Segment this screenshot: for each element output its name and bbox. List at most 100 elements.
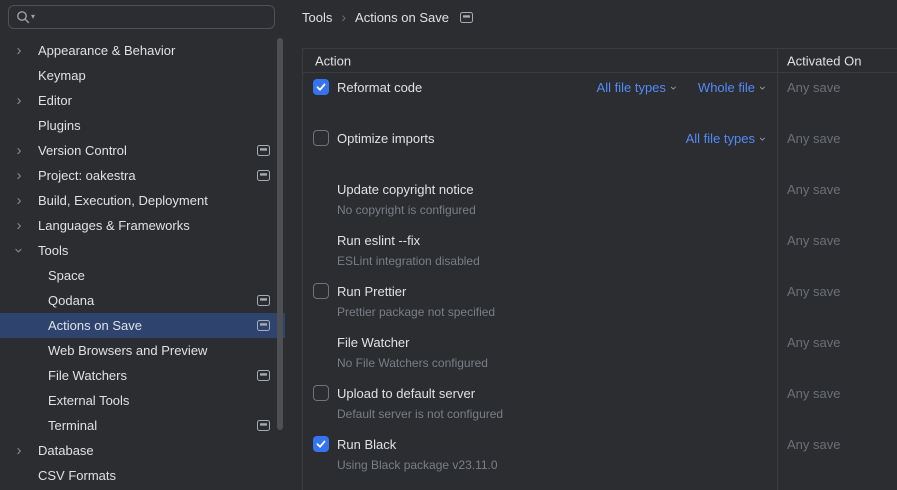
table-row-optimize-imports: Optimize imports All file types › Any sav… [302,125,897,176]
activated-on-value[interactable]: Any save [787,233,840,248]
action-title: Run Prettier [337,284,407,299]
sidebar-item-label: Actions on Save [48,318,142,333]
sidebar-item-label: Languages & Frameworks [38,218,190,233]
checkbox-unchecked[interactable] [313,130,329,146]
column-header-action[interactable]: Action [315,53,351,68]
action-title: Run Black [337,437,397,452]
sidebar-item-file-watchers[interactable]: File Watchers [0,363,285,388]
chevron-right-icon[interactable]: › [12,443,26,458]
table-row-run-prettier: Run Prettier Prettier package not specif… [302,278,897,329]
per-project-monitor-icon [257,370,270,381]
activated-on-value[interactable]: Any save [787,386,840,401]
sidebar-item-label: Keymap [38,68,86,83]
breadcrumb-separator-icon: › [341,9,347,25]
sidebar-item-label: Space [48,268,85,283]
sidebar-item-label: Database [38,443,94,458]
sidebar-item-plugins[interactable]: › Plugins [0,113,285,138]
table-row-update-copyright: Update copyright notice No copyright is … [302,176,897,227]
sidebar-item-terminal[interactable]: Terminal [0,413,285,438]
sidebar-item-label: Editor [38,93,72,108]
activated-on-value[interactable]: Any save [787,335,840,350]
checkbox-unchecked[interactable] [313,283,329,299]
sidebar-item-label: CSV Formats [38,468,117,483]
sidebar-item-label: Terminal [48,418,98,433]
settings-tree: › Appearance & Behavior › Keymap › Edito… [0,38,285,488]
table-row-file-watcher: File Watcher No File Watchers configured… [302,329,897,380]
sidebar-item-version-control[interactable]: › Version Control [0,138,285,163]
sidebar-item-actions-on-save[interactable]: Actions on Save [0,313,285,338]
table-row-run-eslint-fix: Run eslint --fix ESLint integration disa… [302,227,897,278]
search-history-arrow-icon[interactable]: ▾ [31,13,35,21]
chevron-down-icon: › [756,136,770,141]
sidebar-item-database[interactable]: › Database [0,438,285,463]
per-project-monitor-icon [459,11,473,23]
breadcrumb-actions-on-save[interactable]: Actions on Save [355,10,449,25]
sidebar-item-build-execution-deployment[interactable]: › Build, Execution, Deployment [0,188,285,213]
per-project-monitor-icon [257,295,270,306]
file-types-dropdown[interactable]: All file types › [686,131,770,146]
settings-dialog: ▾ › Appearance & Behavior › Keymap › Edi… [0,0,897,490]
per-project-monitor-icon [257,420,270,431]
breadcrumb: Tools › Actions on Save [302,8,473,26]
action-subtitle: ESLint integration disabled [337,254,480,268]
column-header-activated-on[interactable]: Activated On [787,53,861,68]
sidebar-item-editor[interactable]: › Editor [0,88,285,113]
sidebar-item-csv-formats[interactable]: › CSV Formats [0,463,285,488]
per-project-monitor-icon [257,170,270,181]
chevron-right-icon[interactable]: › [12,43,26,58]
sidebar-item-label: Version Control [38,143,127,158]
search-input[interactable] [38,8,267,26]
action-subtitle: Default server is not configured [337,407,504,421]
actions-on-save-table: Reformat code All file types › Whole file… [302,74,897,482]
sidebar-item-project-oakestra[interactable]: › Project: oakestra [0,163,285,188]
activated-on-value[interactable]: Any save [787,80,840,95]
sidebar-item-space[interactable]: Space [0,263,285,288]
sidebar-item-external-tools[interactable]: External Tools [0,388,285,413]
checkbox-checked[interactable] [313,79,329,95]
action-subtitle: Using Black package v23.11.0 [337,458,498,472]
activated-on-value[interactable]: Any save [787,437,840,452]
chevron-down-icon: › [756,85,770,90]
action-title: Upload to default server [337,386,476,401]
sidebar-item-web-browsers-and-preview[interactable]: Web Browsers and Preview [0,338,285,363]
action-title: Run eslint --fix [337,233,421,248]
sidebar-item-languages-frameworks[interactable]: › Languages & Frameworks [0,213,285,238]
sidebar-item-tools[interactable]: › Tools [0,238,285,263]
sidebar-item-appearance-behavior[interactable]: › Appearance & Behavior [0,38,285,63]
action-title: File Watcher [337,335,410,350]
action-subtitle: No copyright is configured [337,203,476,217]
sidebar-item-qodana[interactable]: Qodana [0,288,285,313]
action-subtitle: No File Watchers configured [337,356,488,370]
chevron-down-icon[interactable]: › [11,244,28,258]
sidebar-item-label: Web Browsers and Preview [48,343,208,358]
table-row-reformat-code: Reformat code All file types › Whole file… [302,74,897,125]
file-types-dropdown[interactable]: All file types › [597,80,681,95]
chevron-right-icon[interactable]: › [12,93,26,108]
activated-on-value[interactable]: Any save [787,284,840,299]
chevron-down-icon: › [666,85,681,90]
chevron-right-icon[interactable]: › [12,143,26,158]
per-project-monitor-icon [257,320,270,331]
activated-on-value[interactable]: Any save [787,131,840,146]
breadcrumb-tools[interactable]: Tools [302,10,332,25]
search-icon[interactable]: ▾ [16,10,35,24]
chevron-right-icon[interactable]: › [12,168,26,183]
action-title: Reformat code [337,80,423,95]
sidebar-item-label: Plugins [38,118,81,133]
sidebar-item-label: File Watchers [48,368,127,383]
checkbox-unchecked[interactable] [313,385,329,401]
chevron-right-icon[interactable]: › [12,193,26,208]
action-subtitle: Prettier package not specified [337,305,496,319]
settings-search-field[interactable]: ▾ [8,5,275,29]
activated-on-value[interactable]: Any save [787,182,840,197]
sidebar-scrollbar[interactable] [277,38,283,430]
sidebar-item-label: Project: oakestra [38,168,136,183]
table-row-run-black: Run Black Using Black package v23.11.0 A… [302,431,897,482]
sidebar-item-label: Tools [38,243,69,258]
checkbox-checked[interactable] [313,436,329,452]
scope-dropdown[interactable]: Whole file › [698,80,770,95]
sidebar-item-label: External Tools [48,393,130,408]
action-title: Optimize imports [337,131,435,146]
sidebar-item-keymap[interactable]: › Keymap [0,63,285,88]
chevron-right-icon[interactable]: › [12,218,26,233]
